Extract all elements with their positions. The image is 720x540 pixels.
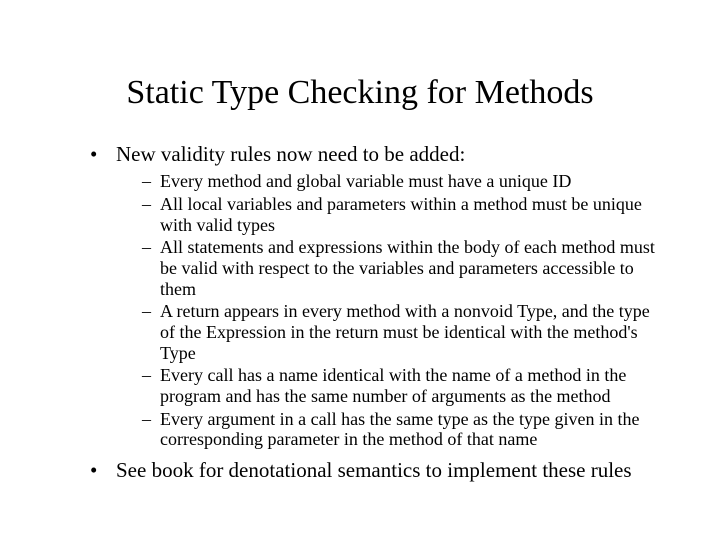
sub-bullet-item: Every argument in a call has the same ty… [142,409,662,450]
slide-title: Static Type Checking for Methods [0,0,720,142]
sub-bullet-text: Every argument in a call has the same ty… [160,409,640,450]
sub-bullet-item: A return appears in every method with a … [142,301,662,363]
sub-bullet-text: A return appears in every method with a … [160,301,650,362]
sub-bullet-list: Every method and global variable must ha… [116,171,662,450]
sub-bullet-text: All local variables and parameters withi… [160,194,642,235]
bullet-text: New validity rules now need to be added: [116,142,465,166]
sub-bullet-item: Every call has a name identical with the… [142,365,662,406]
bullet-item: See book for denotational semantics to i… [90,458,662,483]
slide-body: New validity rules now need to be added:… [0,142,720,483]
sub-bullet-item: All local variables and parameters withi… [142,194,662,235]
sub-bullet-item: Every method and global variable must ha… [142,171,662,192]
sub-bullet-text: Every method and global variable must ha… [160,171,571,191]
bullet-text: See book for denotational semantics to i… [116,458,632,482]
slide: Static Type Checking for Methods New val… [0,0,720,540]
bullet-item: New validity rules now need to be added:… [90,142,662,450]
sub-bullet-item: All statements and expressions within th… [142,237,662,299]
sub-bullet-text: Every call has a name identical with the… [160,365,626,406]
bullet-list: New validity rules now need to be added:… [90,142,662,483]
sub-bullet-text: All statements and expressions within th… [160,237,655,298]
